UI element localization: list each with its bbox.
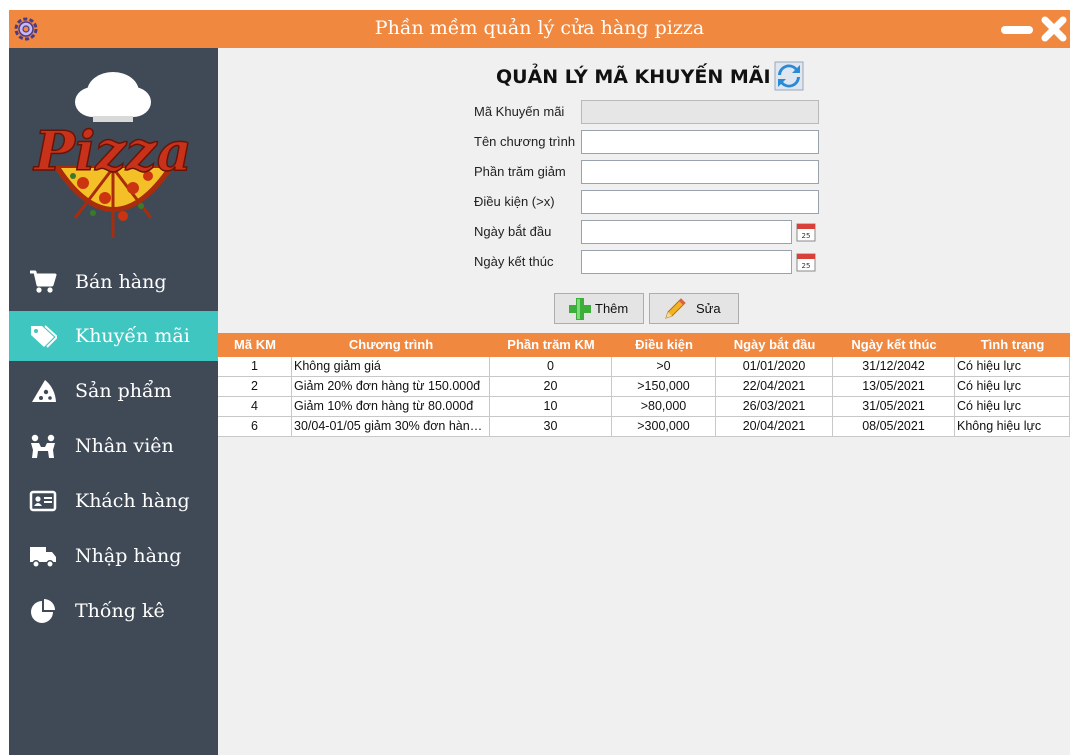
column-header[interactable]: Ngày bắt đầu: [716, 333, 833, 357]
sidebar-item-khach-hang[interactable]: Khách hàng: [9, 476, 218, 526]
cart-icon: [30, 270, 57, 293]
program-name-field[interactable]: [581, 130, 819, 154]
main-content: QUẢN LÝ MÃ KHUYẾN MÃI Mã Khuyến mãi Tên …: [218, 48, 1070, 755]
end-date-field[interactable]: [581, 250, 792, 274]
sidebar-item-ban-hang[interactable]: Bán hàng: [9, 257, 218, 307]
table-cell: 31/12/2042: [833, 357, 955, 377]
sidebar-item-label: Nhân viên: [75, 435, 174, 457]
minimize-button[interactable]: [1001, 26, 1033, 34]
window-title: Phần mềm quản lý cửa hàng pizza: [374, 17, 705, 39]
table-cell: 6: [218, 417, 292, 437]
table-cell: 10: [490, 397, 612, 417]
tag-icon: [31, 325, 57, 348]
table-cell: Có hiệu lực: [955, 397, 1070, 417]
condition-label: Điều kiện (>x): [474, 194, 555, 209]
table-row[interactable]: 1 Không giảm giá 0 >0 01/01/2020 31/12/2…: [218, 357, 1070, 377]
table-row[interactable]: 2 Giảm 20% đơn hàng từ 150.000đ 20 >150,…: [218, 377, 1070, 397]
sidebar-item-nhan-vien[interactable]: Nhân viên: [9, 421, 218, 471]
column-header[interactable]: Mã KM: [218, 333, 292, 357]
table-cell: >300,000: [612, 417, 716, 437]
discount-percent-field[interactable]: [581, 160, 819, 184]
close-icon[interactable]: [1039, 14, 1069, 44]
calendar-icon[interactable]: 25: [795, 251, 817, 273]
promo-code-field: [581, 100, 819, 124]
sidebar-item-khuyen-mai[interactable]: Khuyến mãi: [9, 311, 218, 361]
program-name-label: Tên chương trình: [474, 134, 576, 149]
table-cell: 26/03/2021: [716, 397, 833, 417]
column-header[interactable]: Điều kiện: [612, 333, 716, 357]
sidebar-item-label: Bán hàng: [75, 271, 167, 293]
table-cell: 4: [218, 397, 292, 417]
sidebar: Pizza Bán hàng Khuyến mãi Sản phẩm Nhân …: [9, 48, 218, 755]
page-title: QUẢN LÝ MÃ KHUYẾN MÃI: [496, 66, 771, 88]
table-cell: Giảm 20% đơn hàng từ 150.000đ: [292, 377, 490, 397]
table-cell: Có hiệu lực: [955, 357, 1070, 377]
sidebar-item-label: Sản phẩm: [75, 380, 172, 402]
table-row[interactable]: 6 30/04-01/05 giảm 30% đơn hàng t... 30 …: [218, 417, 1070, 437]
table-cell: >0: [612, 357, 716, 377]
sidebar-item-nhap-hang[interactable]: Nhập hàng: [9, 531, 218, 581]
table-cell: Có hiệu lực: [955, 377, 1070, 397]
table-cell: 1: [218, 357, 292, 377]
svg-text:25: 25: [802, 232, 811, 240]
pizza-logo: Pizza: [32, 72, 192, 238]
pencil-icon: [665, 298, 686, 319]
table-cell: >80,000: [612, 397, 716, 417]
plus-icon: [569, 298, 591, 320]
table-cell: 20/04/2021: [716, 417, 833, 437]
discount-percent-label: Phần trăm giảm: [474, 164, 566, 179]
table-header: Mã KM Chương trình Phần trăm KM Điều kiệ…: [218, 333, 1070, 357]
add-button[interactable]: Thêm: [554, 293, 644, 324]
column-header[interactable]: Tình trạng: [955, 333, 1070, 357]
table-cell: 2: [218, 377, 292, 397]
truck-icon: [30, 547, 56, 568]
table-cell: 30: [490, 417, 612, 437]
sidebar-item-label: Khuyến mãi: [75, 325, 190, 347]
table-cell: 20: [490, 377, 612, 397]
sidebar-item-label: Thống kê: [75, 600, 165, 622]
id-card-icon: [29, 490, 57, 512]
sidebar-item-thong-ke[interactable]: Thống kê: [9, 586, 218, 636]
end-date-label: Ngày kết thúc: [474, 254, 554, 269]
column-header[interactable]: Phần trăm KM: [490, 333, 612, 357]
table-cell: 0: [490, 357, 612, 377]
table-cell: Giảm 10% đơn hàng từ 80.000đ: [292, 397, 490, 417]
add-button-label: Thêm: [595, 301, 629, 316]
column-header[interactable]: Ngày kết thúc: [833, 333, 955, 357]
pizza-slice-icon: [32, 380, 56, 402]
table-row[interactable]: 4 Giảm 10% đơn hàng từ 80.000đ 10 >80,00…: [218, 397, 1070, 417]
app-window: Phần mềm quản lý cửa hàng pizza Pizza Bá…: [9, 10, 1070, 755]
column-header[interactable]: Chương trình: [292, 333, 490, 357]
table-cell: 22/04/2021: [716, 377, 833, 397]
promo-code-label: Mã Khuyến mãi: [474, 104, 565, 119]
table-cell: Không hiệu lực: [955, 417, 1070, 437]
people-icon: [31, 434, 55, 458]
start-date-field[interactable]: [581, 220, 792, 244]
sidebar-item-label: Nhập hàng: [75, 545, 182, 567]
table-cell: 01/01/2020: [716, 357, 833, 377]
edit-button[interactable]: Sửa: [649, 293, 739, 324]
table-cell: 08/05/2021: [833, 417, 955, 437]
calendar-icon[interactable]: 25: [795, 221, 817, 243]
table-cell: Không giảm giá: [292, 357, 490, 377]
table-cell: 31/05/2021: [833, 397, 955, 417]
edit-button-label: Sửa: [696, 301, 721, 316]
table-cell: 30/04-01/05 giảm 30% đơn hàng t...: [292, 417, 490, 437]
sidebar-item-san-pham[interactable]: Sản phẩm: [9, 366, 218, 416]
table-cell: >150,000: [612, 377, 716, 397]
title-bar: Phần mềm quản lý cửa hàng pizza: [9, 10, 1070, 48]
refresh-icon[interactable]: [774, 61, 804, 91]
svg-text:Pizza: Pizza: [32, 119, 191, 183]
svg-text:25: 25: [802, 262, 811, 270]
condition-field[interactable]: [581, 190, 819, 214]
start-date-label: Ngày bắt đầu: [474, 224, 552, 239]
promotions-table: Mã KM Chương trình Phần trăm KM Điều kiệ…: [218, 333, 1070, 437]
pie-chart-icon: [31, 599, 55, 623]
table-cell: 13/05/2021: [833, 377, 955, 397]
sidebar-item-label: Khách hàng: [75, 490, 190, 512]
